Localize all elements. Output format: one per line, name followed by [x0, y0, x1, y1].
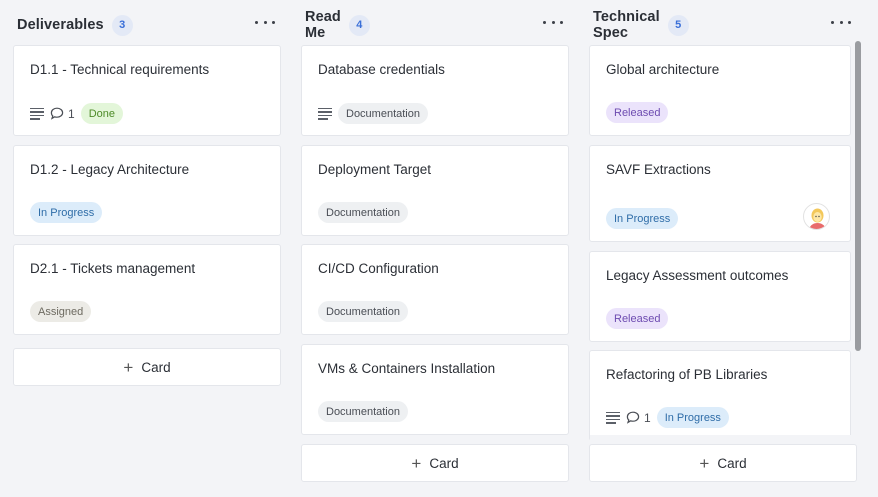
plus-icon: + — [123, 357, 134, 377]
column-scrollbar-thumb[interactable] — [855, 41, 861, 351]
card-meta: Released — [606, 308, 669, 329]
status-badge: In Progress — [30, 202, 103, 223]
column-menu-button[interactable] — [829, 12, 853, 32]
card-title: D1.1 - Technical requirements — [30, 62, 210, 77]
card-title: CI/CD Configuration — [318, 261, 439, 276]
plus-icon: + — [699, 453, 710, 473]
card-legacy-assessment[interactable]: Legacy Assessment outcomes Released — [589, 251, 851, 342]
card-meta: 1 In Progress — [606, 407, 729, 428]
card-title: Deployment Target — [318, 162, 432, 177]
status-badge: Released — [606, 308, 669, 329]
card-title: D1.2 - Legacy Architecture — [30, 162, 190, 177]
tag-badge: Documentation — [318, 401, 408, 422]
comment-count-value: 1 — [644, 410, 651, 425]
status-badge: Assigned — [30, 301, 92, 322]
card-meta: In Progress — [30, 202, 103, 223]
column-count-badge: 3 — [111, 14, 133, 36]
column-count-badge: 4 — [348, 14, 370, 36]
card-savf-extractions[interactable]: SAVF Extractions In Progress — [589, 145, 851, 242]
column-header: Read Me 4 — [305, 9, 370, 41]
card-title: SAVF Extractions — [606, 162, 711, 177]
status-badge: In Progress — [656, 407, 729, 428]
card-meta: 1 Done — [30, 103, 123, 124]
card-meta: Documentation — [318, 103, 428, 124]
card-meta: Documentation — [318, 202, 408, 223]
card-d1-2[interactable]: D1.2 - Legacy Architecture In Progress — [13, 145, 281, 236]
column-menu-button[interactable] — [541, 12, 565, 32]
card-title: Global architecture — [606, 62, 720, 77]
card-database-credentials[interactable]: Database credentials Documentation — [301, 45, 569, 136]
avatar-icon — [809, 208, 826, 229]
column-count-badge: 5 — [667, 14, 689, 36]
column-menu-button[interactable] — [253, 12, 277, 32]
column-header: Deliverables 3 — [17, 12, 133, 38]
add-card-label: Card — [141, 359, 171, 375]
comment-icon — [626, 411, 640, 424]
card-vms-containers[interactable]: VMs & Containers Installation Documentat… — [301, 344, 569, 435]
card-meta: Assigned — [30, 301, 92, 322]
comment-count-value: 1 — [68, 106, 75, 121]
column-title: Technical Spec — [593, 9, 660, 41]
add-card-button[interactable]: + Card — [301, 444, 569, 482]
add-card-label: Card — [429, 455, 459, 471]
card-title: Legacy Assessment outcomes — [606, 268, 789, 283]
card-title: Refactoring of PB Libraries — [606, 367, 768, 382]
card-deployment-target[interactable]: Deployment Target Documentation — [301, 145, 569, 236]
avatar[interactable] — [803, 203, 830, 230]
tag-badge: Documentation — [318, 202, 408, 223]
add-card-button[interactable]: + Card — [589, 444, 857, 482]
description-icon — [606, 411, 620, 424]
column-title: Deliverables — [17, 17, 104, 33]
comment-count[interactable]: 1 — [50, 107, 75, 121]
column-title: Read Me — [305, 9, 341, 41]
tag-badge: Documentation — [318, 301, 408, 322]
description-icon — [30, 107, 44, 120]
plus-icon: + — [411, 453, 422, 473]
add-card-label: Card — [717, 455, 747, 471]
description-icon — [318, 107, 332, 120]
card-meta: In Progress — [606, 208, 679, 229]
card-refactoring-pb-libraries[interactable]: Refactoring of PB Libraries 1 In Progres… — [589, 350, 851, 441]
status-badge: Done — [80, 103, 123, 124]
column-header: Technical Spec 5 — [593, 9, 689, 41]
card-title: Database credentials — [318, 62, 445, 77]
card-cicd-configuration[interactable]: CI/CD Configuration Documentation — [301, 244, 569, 335]
card-meta: Documentation — [318, 401, 408, 422]
card-d2-1[interactable]: D2.1 - Tickets management Assigned — [13, 244, 281, 335]
comment-count[interactable]: 1 — [626, 411, 651, 425]
card-title: VMs & Containers Installation — [318, 361, 496, 376]
list-clip-edge — [590, 435, 852, 443]
card-global-architecture[interactable]: Global architecture Released — [589, 45, 851, 136]
card-title: D2.1 - Tickets management — [30, 261, 196, 276]
status-badge: Released — [606, 102, 669, 123]
status-badge: In Progress — [606, 208, 679, 229]
tag-badge: Documentation — [338, 103, 428, 124]
card-meta: Documentation — [318, 301, 408, 322]
add-card-button[interactable]: + Card — [13, 348, 281, 386]
card-meta: Released — [606, 102, 669, 123]
comment-icon — [50, 107, 64, 120]
card-d1-1[interactable]: D1.1 - Technical requirements 1 Done — [13, 45, 281, 136]
